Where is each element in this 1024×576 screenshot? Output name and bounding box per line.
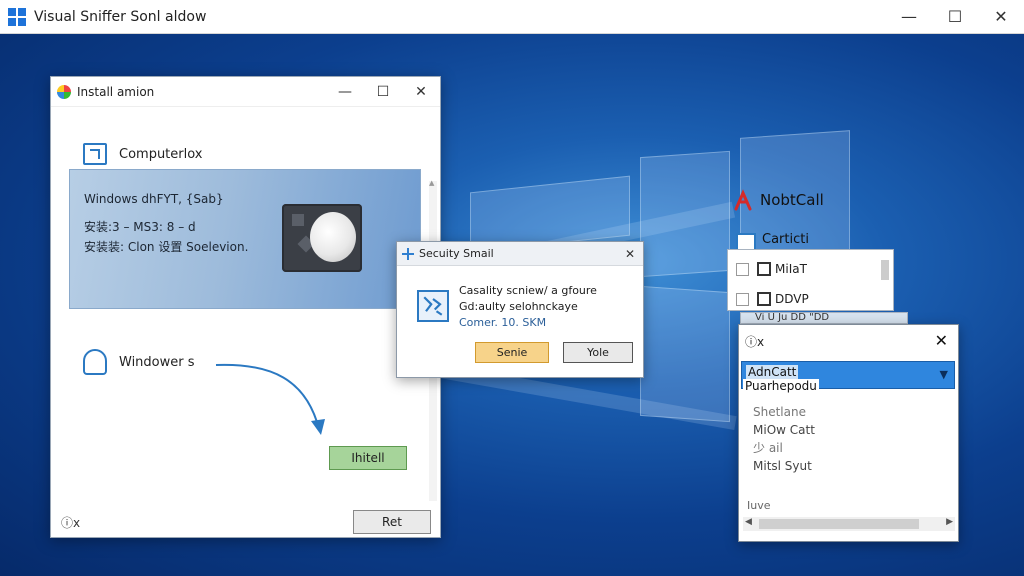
list-item-label: MiIaT bbox=[775, 262, 807, 276]
dropdown-option[interactable]: 少 ail bbox=[753, 439, 815, 457]
windows-update-icon bbox=[83, 349, 107, 375]
dropdown-close-button[interactable]: ✕ bbox=[935, 331, 948, 350]
installer-window: Install amion — ☐ ✕ Computerlox Windows … bbox=[50, 76, 441, 538]
computer-icon bbox=[83, 143, 107, 165]
security-dialog: Secuity Smail ✕ Casality scniew/ a gfour… bbox=[396, 241, 644, 378]
security-message-line-3: Comer. 10. SKM bbox=[459, 316, 547, 329]
security-message-line-1: Casality scniew/ a gfoure bbox=[459, 284, 597, 297]
horizontal-scrollbar[interactable]: ◀ ▶ bbox=[743, 517, 955, 531]
dropdown-options-list: Shetlane MiOw Catt 少 ail Mitsl Syut bbox=[753, 403, 815, 475]
windows-update-section: Windower s bbox=[83, 349, 195, 375]
installer-title-bar: Install amion — ☐ ✕ bbox=[51, 77, 440, 107]
list-item[interactable]: MiIaT bbox=[736, 262, 807, 276]
yole-button[interactable]: Yole bbox=[563, 342, 633, 363]
installer-banner: Windows dhFYT, {Sab} 安装:3 – MS3: 8 – d 安… bbox=[69, 169, 421, 309]
close-button[interactable]: ✕ bbox=[978, 0, 1024, 34]
curved-arrow-icon bbox=[215, 363, 325, 435]
security-title-bar: Secuity Smail ✕ bbox=[397, 242, 643, 266]
hidden-window-strip: Vi U Ju DD "DD bbox=[740, 312, 908, 324]
maximize-button[interactable]: ☐ bbox=[932, 0, 978, 34]
security-close-button[interactable]: ✕ bbox=[617, 247, 643, 261]
return-button[interactable]: Ret bbox=[353, 510, 431, 534]
app-title: Visual Sniffer Sonl aldow bbox=[34, 8, 207, 25]
disc-drive-icon bbox=[282, 204, 362, 272]
app-title-bar: Visual Sniffer Sonl aldow — ☐ ✕ bbox=[0, 0, 1024, 34]
chevron-down-icon[interactable]: ▼ bbox=[940, 368, 948, 381]
list-item[interactable]: DDVP bbox=[736, 292, 809, 306]
security-message-line-2: Gd:aulty selohnckaye bbox=[459, 300, 578, 313]
scroll-left-icon[interactable]: ◀ bbox=[745, 517, 752, 527]
component-list-window: MiIaT DDVP bbox=[727, 249, 894, 311]
installer-close-button[interactable]: ✕ bbox=[402, 77, 440, 107]
dropdown-footer: Iuve bbox=[747, 499, 771, 512]
banner-line-2: 安装:3 – MS3: 8 – d bbox=[84, 220, 196, 234]
dropdown-option[interactable]: MiOw Catt bbox=[753, 421, 815, 439]
scroll-right-icon[interactable]: ▶ bbox=[946, 517, 953, 527]
installer-info-icon[interactable]: ⓘx bbox=[61, 514, 80, 531]
computer-label: Computerlox bbox=[119, 146, 203, 162]
list-item-icon bbox=[757, 262, 771, 276]
banner-line-3: 安装装: Clon 设置 Soelevion. bbox=[84, 240, 249, 254]
security-shield-icon bbox=[417, 290, 449, 322]
security-title: Secuity Smail bbox=[419, 247, 494, 260]
dropdown-option-highlight[interactable]: Puarhepodu bbox=[743, 379, 819, 393]
dropdown-window: ⓘx ✕ AdnCatt ▼ Puarhepodu Shetlane MiOw … bbox=[738, 324, 959, 542]
scrollbar-thumb[interactable] bbox=[759, 519, 919, 529]
installer-title: Install amion bbox=[77, 84, 155, 99]
dropdown-option[interactable]: Mitsl Syut bbox=[753, 457, 815, 475]
dropdown-info-icon[interactable]: ⓘx bbox=[745, 333, 764, 350]
list-checkbox[interactable] bbox=[736, 292, 749, 306]
computer-section: Computerlox bbox=[83, 143, 202, 165]
security-plus-icon bbox=[402, 247, 414, 260]
installer-app-icon bbox=[57, 84, 71, 99]
dropdown-option[interactable]: Shetlane bbox=[753, 403, 815, 421]
windows-update-label: Windower s bbox=[119, 354, 195, 370]
notify-label: NobtCall bbox=[760, 191, 824, 209]
installer-maximize-button[interactable]: ☐ bbox=[364, 77, 402, 107]
list-checkbox[interactable] bbox=[736, 262, 749, 276]
windows-logo-icon bbox=[8, 7, 26, 26]
certificate-label: Carticti bbox=[762, 232, 809, 247]
list-scrollbar[interactable] bbox=[881, 260, 889, 280]
list-item-label: DDVP bbox=[775, 292, 809, 306]
minimize-button[interactable]: — bbox=[886, 0, 932, 34]
install-button[interactable]: Ihitell bbox=[329, 446, 407, 470]
installer-minimize-button[interactable]: — bbox=[326, 77, 364, 107]
banner-line-1: Windows dhFYT, {Sab} bbox=[84, 192, 224, 206]
notify-icon bbox=[734, 189, 752, 211]
dropdown-selected-value: AdnCatt bbox=[746, 365, 799, 379]
service-button[interactable]: Senie bbox=[475, 342, 549, 363]
list-item-icon bbox=[757, 292, 771, 306]
